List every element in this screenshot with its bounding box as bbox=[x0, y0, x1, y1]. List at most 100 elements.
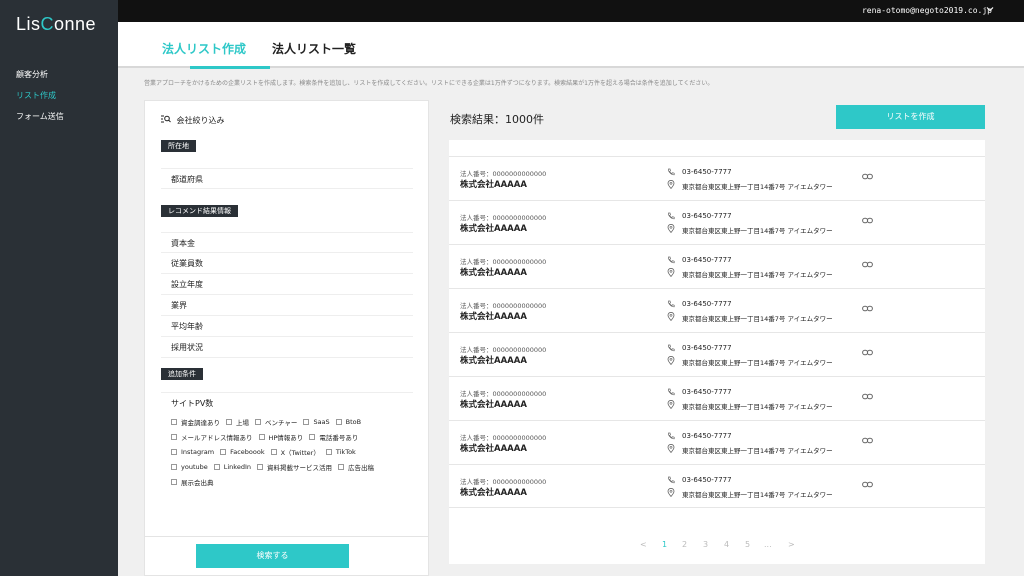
filter-row-founded[interactable]: 設立年度 bbox=[161, 274, 413, 295]
logo-text-prefix: Lis bbox=[16, 14, 41, 34]
tag-location: 所在地 bbox=[161, 140, 196, 152]
corp-number: 法人番号：0000000000000 bbox=[460, 478, 547, 486]
checkbox-hp-info[interactable]: HP情報あり bbox=[258, 432, 303, 442]
table-row[interactable]: 法人番号：0000000000000 株式会社AAAAA 03-6450-777… bbox=[449, 156, 985, 200]
address: 東京都台東区東上野一丁目14番7号 アイエムタワー bbox=[682, 403, 833, 411]
chevron-down-icon[interactable] bbox=[986, 5, 994, 16]
checkbox-linkedin[interactable]: LinkedIn bbox=[213, 462, 251, 472]
pagination-page-4[interactable]: 4 bbox=[724, 540, 729, 549]
checkbox-line-1: 資金調達あり 上場 ベンチャー SaaS BtoB bbox=[171, 417, 361, 427]
filter-row-capital[interactable]: 資本金 bbox=[161, 232, 413, 253]
checkbox-doc-service[interactable]: 資料掲載サービス活用 bbox=[257, 462, 332, 472]
table-row[interactable]: 法人番号：0000000000000 株式会社AAAAA 03-6450-777… bbox=[449, 332, 985, 376]
user-email[interactable]: rena-otomo@negoto2019.co.jp bbox=[862, 6, 992, 15]
link-icon[interactable] bbox=[862, 216, 873, 227]
checkbox-btob[interactable]: BtoB bbox=[335, 417, 361, 427]
location-pin-icon bbox=[667, 311, 675, 323]
link-icon[interactable] bbox=[862, 392, 873, 403]
pagination-prev[interactable]: < bbox=[640, 540, 647, 549]
phone-number: 03-6450-7777 bbox=[682, 432, 732, 440]
address: 東京都台東区東上野一丁目14番7号 アイエムタワー bbox=[682, 447, 833, 455]
tab-corp-list-create[interactable]: 法人リスト作成 bbox=[162, 40, 246, 57]
company-name[interactable]: 株式会社AAAAA bbox=[460, 442, 527, 454]
pagination-next[interactable]: > bbox=[788, 540, 795, 549]
phone-icon bbox=[667, 432, 675, 442]
checkbox-youtube[interactable]: youtube bbox=[171, 462, 208, 472]
company-name[interactable]: 株式会社AAAAA bbox=[460, 222, 527, 234]
pagination-page-1[interactable]: 1 bbox=[662, 540, 667, 549]
corp-number: 法人番号：0000000000000 bbox=[460, 170, 547, 178]
checkbox-email-info[interactable]: メールアドレス情報あり bbox=[171, 432, 253, 442]
table-row[interactable]: 法人番号：0000000000000 株式会社AAAAA 03-6450-777… bbox=[449, 420, 985, 464]
phone-number: 03-6450-7777 bbox=[682, 476, 732, 484]
checkbox-facebook[interactable]: Faceboook bbox=[220, 447, 265, 457]
phone-number: 03-6450-7777 bbox=[682, 388, 732, 396]
link-icon[interactable] bbox=[862, 436, 873, 447]
location-pin-icon bbox=[667, 443, 675, 455]
link-icon[interactable] bbox=[862, 304, 873, 315]
tab-bar: 法人リスト作成 法人リスト一覧 bbox=[118, 22, 1024, 69]
checkbox-x-twitter[interactable]: X（Twitter） bbox=[270, 447, 320, 457]
checkbox-exhibition[interactable]: 展示会出典 bbox=[171, 477, 214, 487]
location-pin-icon bbox=[667, 487, 675, 499]
pagination-ellipsis: ... bbox=[764, 540, 772, 549]
filter-row-site-pv[interactable]: サイトPV数 bbox=[161, 392, 413, 413]
table-row[interactable]: 法人番号：0000000000000 株式会社AAAAA 03-6450-777… bbox=[449, 244, 985, 288]
pagination-page-5[interactable]: 5 bbox=[745, 540, 750, 549]
checkbox-ads[interactable]: 広告出稿 bbox=[338, 462, 374, 472]
filter-row-avg-age[interactable]: 平均年齢 bbox=[161, 316, 413, 337]
checkbox-instagram[interactable]: Instagram bbox=[171, 447, 214, 457]
tag-extra: 追加条件 bbox=[161, 368, 203, 380]
sidebar-item-form-send[interactable]: フォーム送信 bbox=[16, 111, 64, 122]
address: 東京都台東区東上野一丁目14番7号 アイエムタワー bbox=[682, 359, 833, 367]
filter-row-prefecture[interactable]: 都道府県 bbox=[161, 168, 413, 189]
filter-row-industry[interactable]: 業界 bbox=[161, 295, 413, 316]
link-icon[interactable] bbox=[862, 348, 873, 359]
phone-icon bbox=[667, 212, 675, 222]
location-pin-icon bbox=[667, 223, 675, 235]
company-name[interactable]: 株式会社AAAAA bbox=[460, 354, 527, 366]
checkbox-tiktok[interactable]: TikTok bbox=[325, 447, 356, 457]
checkbox-line-3: Instagram Faceboook X（Twitter） TikTok bbox=[171, 447, 356, 457]
logo-text-c: C bbox=[40, 14, 55, 34]
link-icon[interactable] bbox=[862, 172, 873, 183]
pagination-page-2[interactable]: 2 bbox=[682, 540, 687, 549]
tab-corp-list-index[interactable]: 法人リスト一覧 bbox=[272, 40, 356, 57]
checkbox-saas[interactable]: SaaS bbox=[303, 417, 330, 427]
checkbox-venture[interactable]: ベンチャー bbox=[255, 417, 297, 427]
results-count-title: 検索結果：1000件 bbox=[450, 113, 544, 126]
filter-row-hiring[interactable]: 採用状況 bbox=[161, 337, 413, 358]
results-list: 法人番号：0000000000000 株式会社AAAAA 03-6450-777… bbox=[449, 140, 985, 564]
checkbox-listed[interactable]: 上場 bbox=[226, 417, 249, 427]
corp-number: 法人番号：0000000000000 bbox=[460, 346, 547, 354]
table-row[interactable]: 法人番号：0000000000000 株式会社AAAAA 03-6450-777… bbox=[449, 288, 985, 332]
company-name[interactable]: 株式会社AAAAA bbox=[460, 178, 527, 190]
checkbox-funding[interactable]: 資金調達あり bbox=[171, 417, 220, 427]
checkbox-phone-info[interactable]: 電話番号あり bbox=[309, 432, 358, 442]
table-row[interactable]: 法人番号：0000000000000 株式会社AAAAA 03-6450-777… bbox=[449, 376, 985, 420]
search-button[interactable]: 検索する bbox=[196, 544, 349, 568]
create-list-button[interactable]: リストを作成 bbox=[836, 105, 985, 129]
table-row[interactable]: 法人番号：0000000000000 株式会社AAAAA 03-6450-777… bbox=[449, 464, 985, 508]
corp-number: 法人番号：0000000000000 bbox=[460, 434, 547, 442]
filter-title-text: 会社絞り込み bbox=[176, 116, 225, 125]
address: 東京都台東区東上野一丁目14番7号 アイエムタワー bbox=[682, 315, 833, 323]
sidebar-item-list-create[interactable]: リスト作成 bbox=[16, 90, 56, 101]
logo[interactable]: LisConne bbox=[16, 14, 96, 35]
company-name[interactable]: 株式会社AAAAA bbox=[460, 486, 527, 498]
filter-row-employees[interactable]: 従業員数 bbox=[161, 253, 413, 274]
corp-number: 法人番号：0000000000000 bbox=[460, 302, 547, 310]
sidebar-item-customer-analysis[interactable]: 顧客分析 bbox=[16, 69, 48, 80]
link-icon[interactable] bbox=[862, 480, 873, 491]
filter-search-icon bbox=[161, 115, 174, 125]
company-name[interactable]: 株式会社AAAAA bbox=[460, 398, 527, 410]
search-area: 検索する bbox=[144, 536, 429, 576]
checkbox-line-2: メールアドレス情報あり HP情報あり 電話番号あり bbox=[171, 432, 358, 442]
phone-icon bbox=[667, 256, 675, 266]
company-name[interactable]: 株式会社AAAAA bbox=[460, 266, 527, 278]
pagination-page-3[interactable]: 3 bbox=[703, 540, 708, 549]
checkbox-line-4: youtube LinkedIn 資料掲載サービス活用 広告出稿 bbox=[171, 462, 374, 472]
company-name[interactable]: 株式会社AAAAA bbox=[460, 310, 527, 322]
table-row[interactable]: 法人番号：0000000000000 株式会社AAAAA 03-6450-777… bbox=[449, 200, 985, 244]
link-icon[interactable] bbox=[862, 260, 873, 271]
